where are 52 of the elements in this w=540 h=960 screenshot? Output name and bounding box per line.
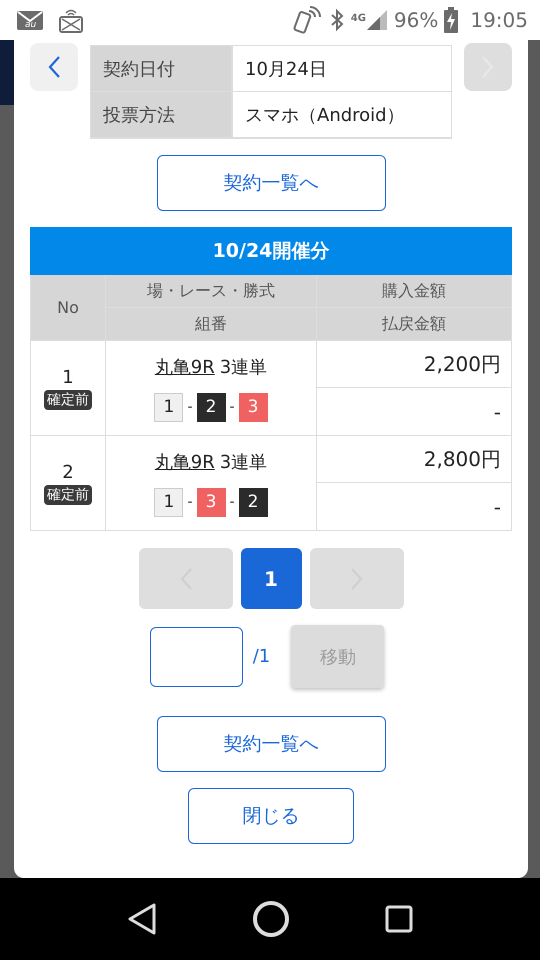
- purchase-amount: 2,200円: [317, 341, 512, 388]
- signal-icon: [366, 9, 388, 31]
- race-link[interactable]: 丸亀9R: [154, 354, 215, 378]
- boat-number: 2: [196, 392, 226, 422]
- bet-type: 3連単: [220, 450, 268, 474]
- column-header: No: [31, 275, 106, 341]
- boat-number: 3: [196, 488, 226, 516]
- race-link[interactable]: 丸亀9R: [154, 450, 215, 474]
- status-badge: 確定前: [44, 484, 92, 504]
- battery-charging-icon: [444, 7, 458, 33]
- chevron-left-icon: [47, 55, 61, 79]
- column-header: 購入金額: [317, 275, 512, 308]
- recents-icon[interactable]: [384, 905, 413, 933]
- close-button[interactable]: 閉じる: [188, 788, 354, 844]
- previous-button[interactable]: [30, 43, 78, 91]
- page-input-field[interactable]: [150, 626, 243, 686]
- contract-list-button[interactable]: 契約一覧へ: [156, 155, 386, 211]
- column-header: 払戻金額: [317, 308, 512, 341]
- separator-dash: -: [187, 399, 192, 415]
- bluetooth-icon: [328, 8, 345, 32]
- row-number: 2: [62, 462, 74, 482]
- carrier-mark: au: [25, 20, 36, 30]
- contract-list-button[interactable]: 契約一覧へ: [156, 716, 386, 772]
- column-header: 場・レース・勝式: [106, 275, 317, 308]
- purchase-amount: 2,800円: [317, 436, 512, 483]
- bet-type: 3連単: [220, 356, 268, 378]
- network-type: 4G: [350, 13, 366, 24]
- boat-number: 2: [238, 488, 268, 516]
- info-label: 契約日付: [91, 46, 231, 91]
- boat-number: 3: [238, 392, 268, 422]
- page-total: /1: [252, 646, 270, 667]
- page-button[interactable]: 1: [240, 548, 302, 609]
- info-label: 投票方法: [91, 92, 231, 137]
- battery-percent: 96%: [394, 8, 438, 32]
- info-value: 10月24日: [231, 46, 451, 91]
- payout-amount: -: [317, 483, 512, 531]
- separator-dash: -: [230, 399, 235, 415]
- tv-icon: [58, 7, 84, 33]
- back-icon[interactable]: [127, 903, 158, 935]
- clock: 19:05: [470, 8, 528, 32]
- column-header: 組番: [106, 308, 317, 341]
- separator-dash: -: [230, 494, 235, 510]
- section-header: 10/24開催分: [30, 227, 512, 275]
- nfc-phone-icon: [292, 5, 323, 35]
- status-badge: 確定前: [44, 390, 92, 410]
- row-number: 1: [62, 366, 74, 388]
- boat-number: 1: [154, 392, 184, 422]
- boat-number: 1: [154, 488, 184, 516]
- info-value: スマホ（Android）: [231, 92, 451, 137]
- separator-dash: -: [187, 494, 192, 510]
- payout-amount: -: [317, 388, 512, 436]
- home-icon[interactable]: [252, 900, 290, 938]
